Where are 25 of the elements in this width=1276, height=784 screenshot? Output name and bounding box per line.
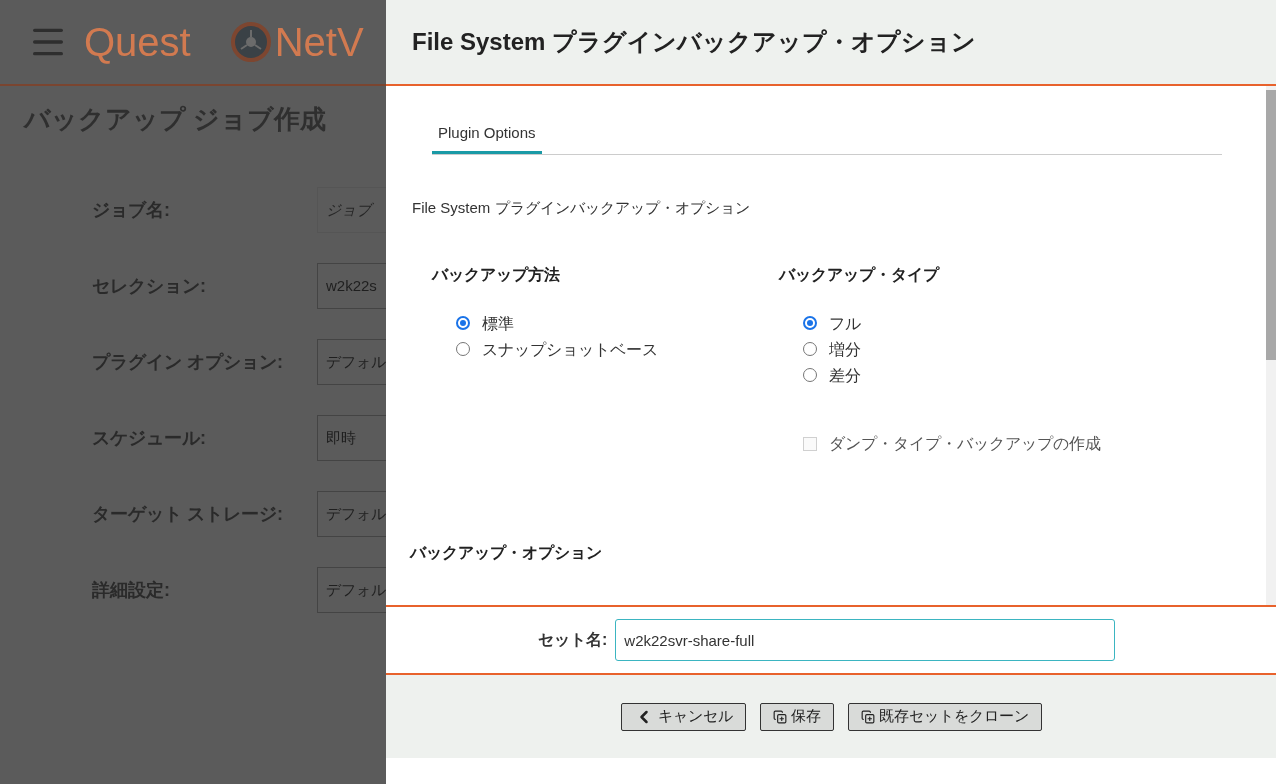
dialog-title: File System プラグインバックアップ・オプション — [412, 27, 977, 57]
copy-plus-icon — [772, 709, 787, 724]
tab[interactable]: Plugin Options — [432, 122, 542, 154]
input-field[interactable]: w2k22svr-share-full — [615, 619, 1116, 661]
section-title: File System プラグインバックアップ・オプション — [412, 197, 751, 218]
checkbox-label: ダンプ・タイプ・バックアップの作成 — [829, 434, 1102, 454]
subsection-heading: バックアップ・オプション — [410, 543, 603, 563]
radio-label: フル — [829, 314, 862, 334]
radio-label: 差分 — [829, 366, 862, 386]
radio-button[interactable] — [456, 316, 470, 330]
set-name-label: セット名: — [538, 630, 608, 650]
group-heading: バックアップ・タイプ — [779, 265, 941, 285]
logo-icon — [230, 22, 271, 62]
scrollbar[interactable] — [1266, 86, 1276, 605]
radio-label: スナップショットベース — [482, 340, 659, 360]
radio-label: 増分 — [829, 340, 862, 360]
dialog-button[interactable]: 既存セットをクローン — [847, 702, 1042, 731]
dialog-button[interactable]: キャンセル — [620, 702, 746, 731]
logo-text: Quest — [84, 22, 191, 62]
product-name: NetV — [274, 22, 364, 62]
copy-plus-icon — [860, 709, 875, 724]
dialog-button[interactable]: 保存 — [759, 702, 834, 731]
radio-label: 標準 — [482, 314, 515, 334]
radio-button[interactable] — [803, 316, 817, 330]
group-heading: バックアップ方法 — [432, 265, 561, 285]
